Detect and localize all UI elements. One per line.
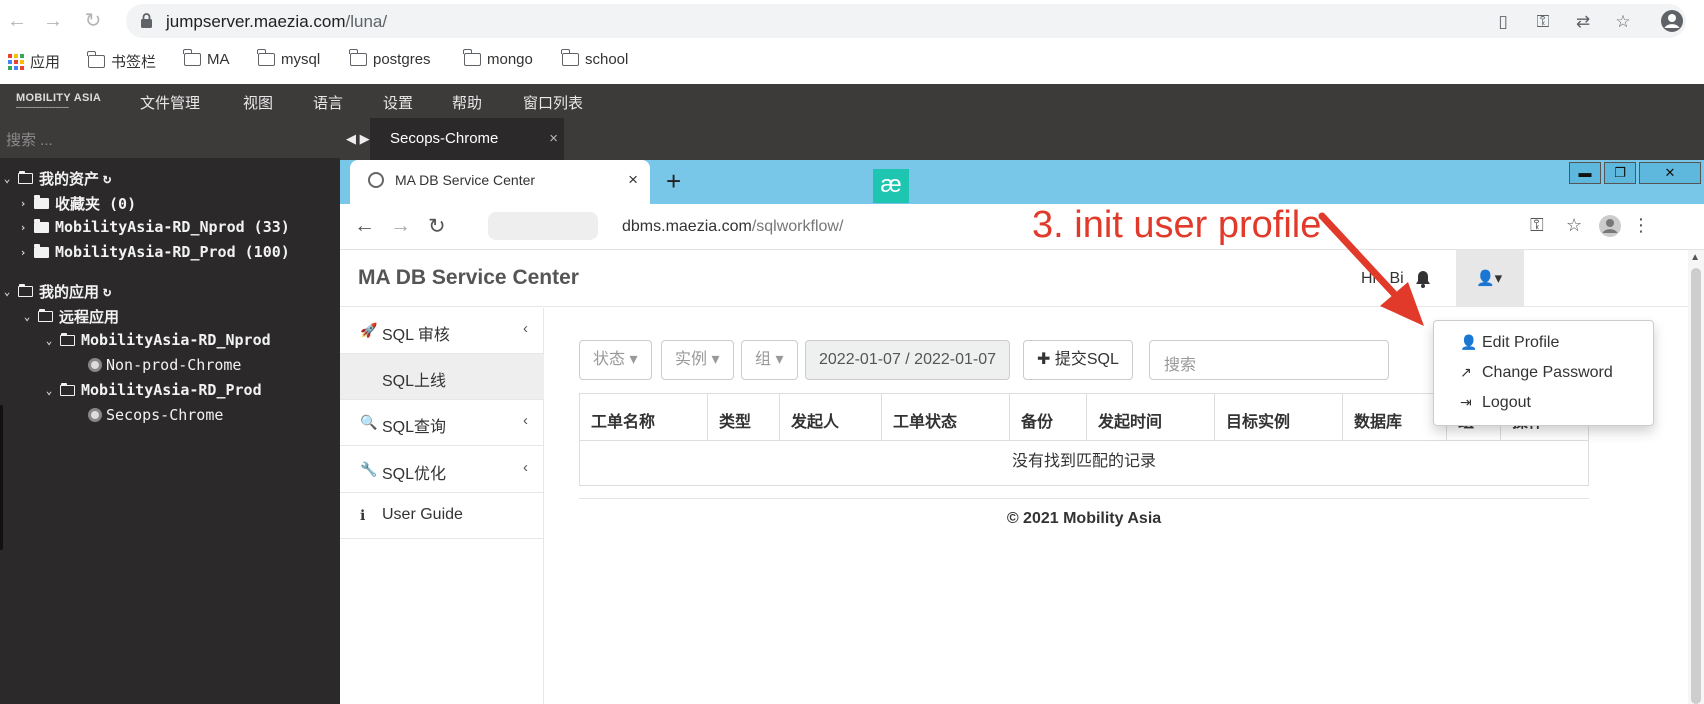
chevron-right-icon: ›: [19, 245, 27, 259]
outer-browser-toolbar: ← → ↻ jumpserver.maezia.com/luna/ ▯ ⚿ ⇄ …: [0, 0, 1704, 43]
address-bar[interactable]: jumpserver.maezia.com/luna/ ▯ ⚿ ⇄ ☆: [126, 4, 1686, 38]
bookmark-folder[interactable]: mongo: [463, 49, 533, 68]
bookmarks-bar: 应用 书签栏 MA mysql postgres mongo school: [0, 43, 1704, 79]
folder-open-icon: [60, 332, 75, 346]
page-scrollbar[interactable]: ▲: [1688, 250, 1704, 704]
tree-remote-apps[interactable]: ⌄ 远程应用: [20, 306, 119, 327]
menu-view[interactable]: 视图: [243, 92, 273, 113]
bookmark-folder[interactable]: MA: [183, 49, 230, 68]
tree-prod-app[interactable]: ⌄ MobilityAsia-RD_Prod: [42, 381, 262, 399]
folder-icon: [34, 243, 49, 258]
refresh-icon[interactable]: ↻: [103, 171, 111, 187]
lock-icon: [141, 13, 152, 28]
bookmark-folder[interactable]: postgres: [349, 49, 431, 68]
annotation-arrow-icon: [1318, 212, 1424, 326]
scroll-thumb[interactable]: [1691, 268, 1701, 704]
mobility-asia-logo: MOBILITY ASIA ━━━━━━━━━━━━━━━━: [16, 92, 102, 111]
folder-open-icon: [60, 382, 75, 396]
asset-tree-sidebar: 搜索 ... ⌄ 我的资产 ↻ › 收藏夹 (0) › MobilityAsia-RD…: [0, 118, 340, 704]
bookmark-star-icon[interactable]: ☆: [1612, 11, 1634, 33]
apps-grid-icon: [8, 53, 24, 70]
tree-prod-group[interactable]: › MobilityAsia-RD_Prod (100): [16, 243, 290, 261]
address-url: jumpserver.maezia.com/luna/: [166, 12, 388, 31]
folder-icon: [34, 218, 49, 233]
tree-favorites[interactable]: › 收藏夹 (0): [16, 193, 136, 214]
close-icon[interactable]: ×: [549, 130, 558, 147]
tree-prod-chrome[interactable]: Secops-Chrome: [88, 406, 223, 424]
remote-browser-window: MA DB Service Center × + æ ▬ ❐ ✕ ← → ↻ d…: [340, 160, 1704, 704]
bookmark-apps[interactable]: 应用: [8, 51, 60, 72]
folder-icon: [561, 49, 579, 66]
chevron-down-icon: ⌄: [3, 172, 11, 185]
folder-icon: [257, 49, 275, 66]
menu-window-list[interactable]: 窗口列表: [523, 92, 583, 113]
tree-nprod-app[interactable]: ⌄ MobilityAsia-RD_Nprod: [42, 331, 271, 349]
back-icon[interactable]: ←: [4, 8, 30, 34]
clipboard-icon[interactable]: ▯: [1492, 11, 1514, 33]
asset-search-input[interactable]: 搜索 ...: [0, 118, 340, 158]
bookmark-folder[interactable]: mysql: [257, 49, 320, 68]
folder-open-icon: [18, 284, 33, 297]
chrome-icon: [88, 358, 102, 372]
folder-open-icon: [38, 309, 53, 322]
scroll-up-icon[interactable]: ▲: [1690, 252, 1700, 263]
chevron-right-icon: ›: [19, 220, 27, 234]
folder-icon: [34, 195, 49, 209]
chevron-down-icon: ⌄: [45, 333, 53, 347]
tree-my-apps[interactable]: ⌄ 我的应用 ↻: [0, 281, 112, 302]
chevron-down-icon: ⌄: [3, 285, 11, 298]
bookmark-folder[interactable]: 书签栏: [87, 51, 156, 72]
translate-icon[interactable]: ⇄: [1572, 11, 1594, 33]
reload-icon[interactable]: ↻: [80, 8, 106, 34]
session-tabbar: ◀ ▶ Secops-Chrome ×: [340, 118, 1704, 160]
bookmark-folder[interactable]: school: [561, 49, 628, 68]
refresh-icon[interactable]: ↻: [103, 284, 111, 300]
folder-icon: [349, 49, 367, 66]
chrome-icon: [88, 408, 102, 422]
chevron-right-icon: ›: [19, 197, 27, 210]
tab-scroll-arrows-icon[interactable]: ◀ ▶: [346, 131, 370, 147]
tab-secops-chrome[interactable]: Secops-Chrome ×: [370, 118, 564, 160]
forward-icon[interactable]: →: [40, 8, 66, 34]
menu-file-manager[interactable]: 文件管理: [140, 92, 200, 113]
chevron-down-icon: ⌄: [45, 383, 53, 397]
folder-open-icon: [18, 171, 33, 184]
tree-my-assets[interactable]: ⌄ 我的资产 ↻: [0, 168, 112, 189]
menu-language[interactable]: 语言: [313, 92, 343, 113]
chevron-down-icon: ⌄: [23, 310, 31, 323]
collapsed-panel-edge: [0, 405, 3, 550]
tree-nprod-chrome[interactable]: Non-prod-Chrome: [88, 356, 241, 374]
profile-avatar-icon[interactable]: [1660, 9, 1684, 33]
folder-icon: [463, 49, 481, 66]
menu-settings[interactable]: 设置: [383, 92, 413, 113]
menu-help[interactable]: 帮助: [452, 92, 482, 113]
luna-menubar: MOBILITY ASIA ━━━━━━━━━━━━━━━━ 文件管理 视图 语言…: [0, 84, 1704, 118]
folder-icon: [183, 49, 201, 66]
folder-icon: [87, 51, 105, 68]
key-icon[interactable]: ⚿: [1532, 11, 1554, 33]
tree-nprod-group[interactable]: › MobilityAsia-RD_Nprod (33): [16, 218, 290, 236]
